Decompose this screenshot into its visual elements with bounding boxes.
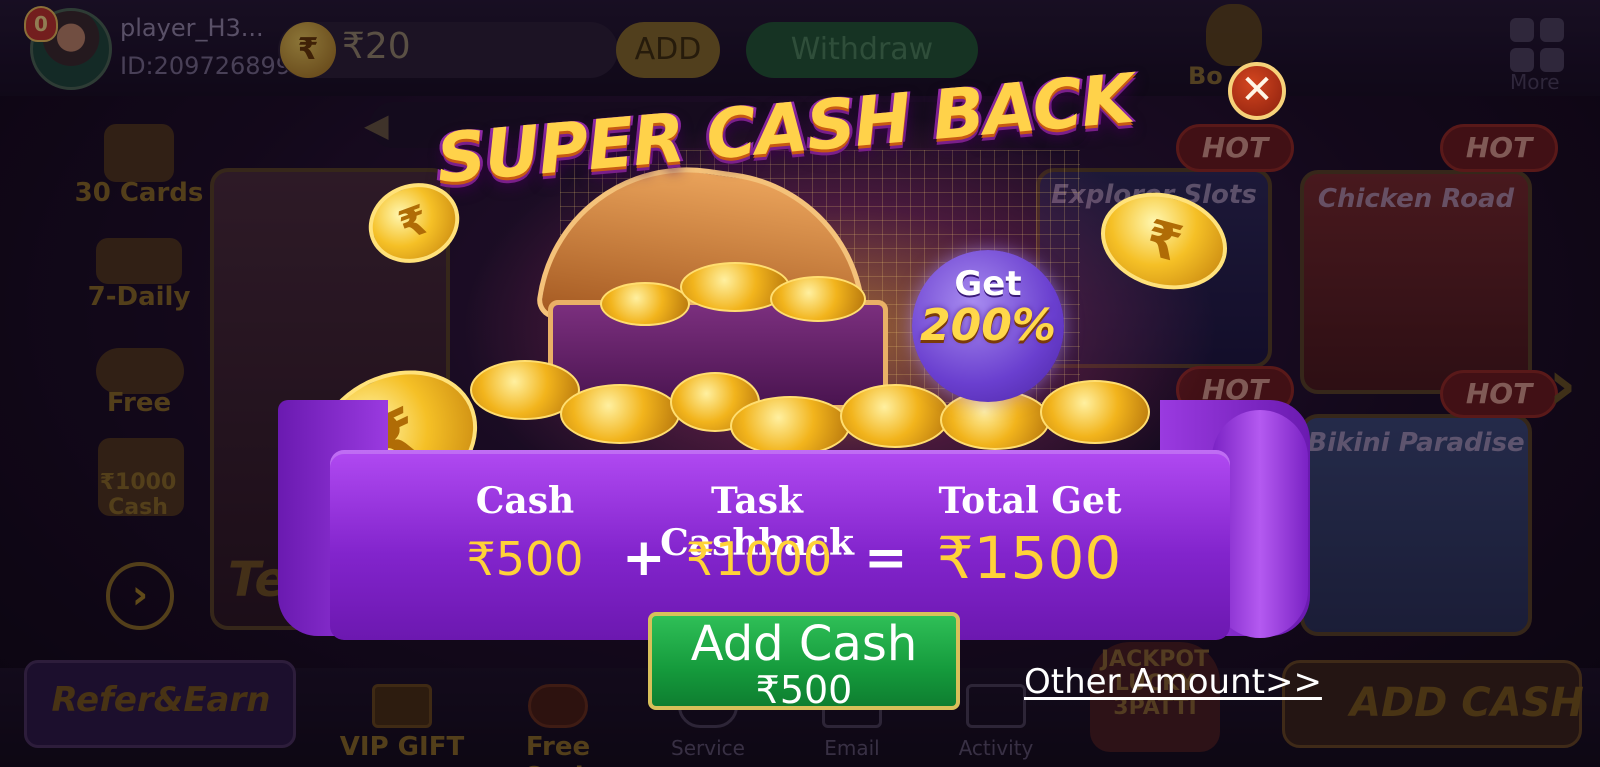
add-cash-button[interactable]: Add Cash ₹500 bbox=[648, 612, 960, 710]
cash-heading: Cash bbox=[475, 480, 575, 522]
get-label: Get bbox=[954, 264, 1022, 304]
add-cash-label: Add Cash bbox=[690, 616, 918, 672]
coin-icon bbox=[770, 276, 866, 322]
coin-icon bbox=[560, 384, 680, 444]
other-amount-link[interactable]: Other Amount>> bbox=[1024, 662, 1322, 702]
coin-icon bbox=[730, 396, 850, 456]
task-cashback-value: ₹1000 bbox=[685, 532, 833, 586]
add-cash-amount: ₹500 bbox=[755, 668, 853, 712]
get-percent: 200% bbox=[920, 300, 1056, 351]
total-get-value: ₹1500 bbox=[936, 524, 1122, 592]
coin-icon bbox=[1040, 380, 1150, 444]
cash-value: ₹500 bbox=[466, 532, 584, 586]
game-lobby-screen: 0 player_H3... ID:209726899 ₹ ₹20 ADD Wi… bbox=[0, 0, 1600, 767]
bonus-percent-badge: Get 200% bbox=[912, 250, 1064, 402]
coin-icon bbox=[840, 384, 950, 448]
coin-icon bbox=[600, 282, 690, 326]
equals-sign: = bbox=[864, 528, 908, 588]
total-get-heading: Total Get bbox=[938, 480, 1122, 522]
close-icon[interactable]: ✕ bbox=[1228, 62, 1286, 120]
